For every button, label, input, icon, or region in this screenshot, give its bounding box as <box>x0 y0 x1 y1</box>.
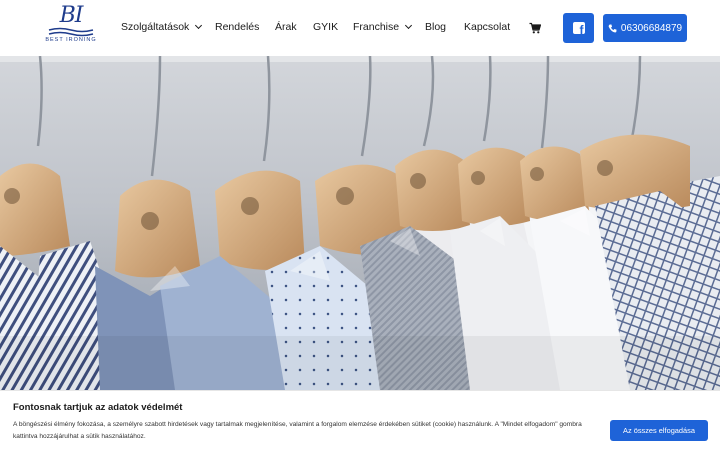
nav-item-kapcsolat[interactable]: Kapcsolat <box>464 21 510 33</box>
nav-item-blog[interactable]: Blog <box>425 21 446 33</box>
nav-item-label: Árak <box>275 21 297 33</box>
accept-all-cookies-button[interactable]: Az összes elfogadása <box>610 420 708 441</box>
cookie-text: A böngészési élmény fokozása, a személyr… <box>13 421 582 440</box>
brand-logo[interactable]: BI BEST IRONING <box>44 5 98 51</box>
hero-image <box>0 56 720 390</box>
facebook-button[interactable]: f <box>563 13 594 43</box>
phone-icon <box>608 24 617 32</box>
shirts-on-hangers-image <box>0 56 720 390</box>
nav-item-arak[interactable]: Árak <box>275 21 297 33</box>
nav-item-label: Blog <box>425 21 447 33</box>
nav-item-label: Franchise <box>353 21 400 33</box>
logo-waves-icon <box>48 27 94 37</box>
phone-button[interactable]: 06306684879 <box>603 14 687 42</box>
logo-text: BEST IRONING <box>45 37 97 43</box>
shopping-cart-icon[interactable] <box>529 22 541 34</box>
nav-item-franchise[interactable]: Franchise <box>353 21 413 33</box>
cookie-banner: Fontosnak tartjuk az adatok védelmét A b… <box>0 390 720 450</box>
nav-item-rendeles[interactable]: Rendelés <box>215 21 259 33</box>
chevron-down-icon <box>195 21 203 30</box>
logo-mark: BI <box>59 3 84 28</box>
nav-item-label: Kapcsolat <box>464 21 511 33</box>
phone-number: 06306684879 <box>620 22 683 34</box>
site-header: BI BEST IRONING Szolgáltatások Rendelés … <box>0 0 720 56</box>
nav-item-label: GYIK <box>313 21 339 33</box>
chevron-down-icon <box>405 21 413 30</box>
nav-item-szolgaltatasok[interactable]: Szolgáltatások <box>121 21 203 33</box>
nav-item-label: Rendelés <box>215 21 260 33</box>
facebook-icon: f <box>572 22 585 34</box>
nav-item-gyik[interactable]: GYIK <box>313 21 338 33</box>
cookie-title: Fontosnak tartjuk az adatok védelmét <box>13 402 183 413</box>
nav-item-label: Szolgáltatások <box>121 21 190 33</box>
